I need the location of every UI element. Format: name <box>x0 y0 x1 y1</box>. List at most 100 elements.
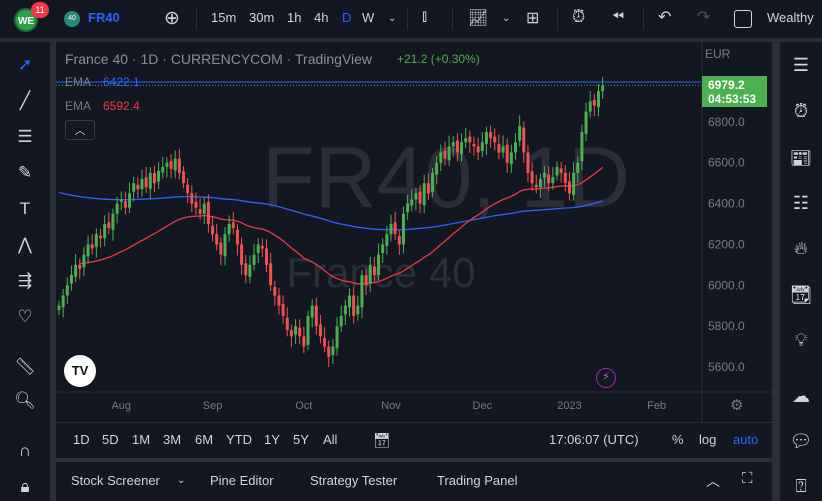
fullscreen-checkbox-icon[interactable] <box>734 10 752 28</box>
ema2-value: 6592.4 <box>103 99 140 113</box>
maximize-icon[interactable]: ⛶ <box>742 470 753 487</box>
text-icon[interactable]: T <box>14 198 36 220</box>
candle-body <box>468 136 472 143</box>
range-ytd[interactable]: YTD <box>226 432 252 447</box>
range-1m[interactable]: 1M <box>132 432 150 447</box>
layout-grid-icon[interactable]: ⊞ <box>526 8 539 28</box>
hotlist-fire-icon[interactable]: 🔥︎ <box>789 236 813 260</box>
tradingview-logo[interactable]: TV <box>64 355 96 387</box>
lock-icon[interactable]: 🔒︎ <box>14 476 36 498</box>
range-5y[interactable]: 5Y <box>293 432 309 447</box>
magnet-icon[interactable]: ∩ <box>14 440 36 462</box>
tab-trading-panel[interactable]: Trading Panel <box>437 473 517 488</box>
candle-body <box>215 234 219 245</box>
candle-body <box>132 183 136 192</box>
ema2-label[interactable]: EMA <box>65 99 91 113</box>
ideas-bulb-icon[interactable]: 💡︎ <box>789 328 813 352</box>
chevron-down-icon[interactable]: ⌄ <box>502 13 510 24</box>
candle-body <box>165 162 169 167</box>
chat-cloud-icon[interactable]: ☁ <box>789 384 813 408</box>
candle-body <box>381 244 385 254</box>
interval-d[interactable]: D <box>342 10 351 25</box>
interval-w[interactable]: W <box>362 10 374 25</box>
candle-body <box>418 191 422 204</box>
add-list-icon[interactable]: ☷ <box>789 191 813 215</box>
candle-body <box>484 132 488 144</box>
candle-body <box>443 150 447 159</box>
candle-body <box>65 285 69 296</box>
range-5d[interactable]: 5D <box>102 432 119 447</box>
candle-body <box>339 315 343 327</box>
interval-1h[interactable]: 1h <box>287 10 301 25</box>
clock-time[interactable]: 17:06:07 (UTC) <box>549 432 639 447</box>
candles-icon[interactable]: ⫾ <box>422 8 427 26</box>
redo-icon[interactable]: ↷ <box>697 7 710 27</box>
candle-body <box>285 317 289 331</box>
trend-line-icon[interactable]: ╱ <box>14 90 36 112</box>
interval-15m[interactable]: 15m <box>211 10 236 25</box>
settings-gear-icon[interactable]: ⚙ <box>730 396 743 414</box>
news-icon[interactable]: 📰︎ <box>789 146 813 170</box>
candle-body <box>128 193 132 208</box>
account-name[interactable]: Wealthy <box>767 10 814 25</box>
cursor-icon[interactable]: ➚ <box>14 54 36 76</box>
candle-body <box>206 201 210 224</box>
candle-body <box>314 305 318 327</box>
fib-icon[interactable]: ☰ <box>14 126 36 148</box>
range-3m[interactable]: 3M <box>163 432 181 447</box>
brush-icon[interactable]: ✎ <box>14 162 36 184</box>
replay-icon[interactable]: ⏪︎ <box>612 8 624 25</box>
candle-body <box>323 337 327 347</box>
range-all[interactable]: All <box>323 432 337 447</box>
interval-4h[interactable]: 4h <box>314 10 328 25</box>
log-scale-button[interactable]: log <box>699 432 716 447</box>
watchlist-icon[interactable]: ☰ <box>789 53 813 77</box>
percent-scale-button[interactable]: % <box>672 432 684 447</box>
chevron-down-icon[interactable]: ⌄ <box>388 13 396 24</box>
range-1d[interactable]: 1D <box>73 432 90 447</box>
interval-30m[interactable]: 30m <box>249 10 274 25</box>
lightning-event-icon[interactable]: ⚡︎ <box>596 368 616 388</box>
x-tick-label: 2023 <box>557 400 581 412</box>
ruler-icon[interactable]: 📏︎ <box>14 356 36 378</box>
alarm-clock-icon[interactable]: ⏰︎ <box>789 99 813 123</box>
tab-stock-screener[interactable]: Stock Screener <box>71 473 160 488</box>
collapse-legend-button[interactable]: ︿ <box>65 120 95 140</box>
chevron-down-icon[interactable]: ⌄ <box>177 475 185 486</box>
symbol-search[interactable]: FR40 <box>88 10 120 25</box>
chats-icon[interactable]: 💬︎ <box>789 429 813 453</box>
favorites-heart-icon[interactable]: ♡ <box>14 306 36 328</box>
price-chart[interactable]: FR40, 1D France 40 7000.06800.06600.0640… <box>56 42 772 422</box>
range-1y[interactable]: 1Y <box>264 432 280 447</box>
tab-strategy-tester[interactable]: Strategy Tester <box>310 473 397 488</box>
ema1-label[interactable]: EMA <box>65 75 91 89</box>
candle-body <box>144 177 148 188</box>
undo-icon[interactable]: ↶ <box>658 7 671 27</box>
candle-body <box>302 336 306 347</box>
date-range-calendar-icon[interactable]: 📅︎ <box>373 432 391 449</box>
candle-body <box>103 224 107 239</box>
candle-body <box>211 225 215 235</box>
help-icon[interactable]: ⍰ <box>789 474 813 498</box>
calendar-icon[interactable]: 📆︎ <box>789 283 813 307</box>
chevron-up-icon[interactable]: ︿ <box>706 471 720 491</box>
add-symbol-icon[interactable]: ⊕ <box>164 7 180 30</box>
tab-pine-editor[interactable]: Pine Editor <box>210 473 274 488</box>
candle-body <box>489 132 493 139</box>
indicators-icon[interactable]: 📈︎ <box>468 8 488 28</box>
price-change: +21.2 (+0.30%) <box>397 52 480 66</box>
prediction-icon[interactable]: ⇶ <box>14 270 36 292</box>
range-6m[interactable]: 6M <box>195 432 213 447</box>
auto-scale-button[interactable]: auto <box>733 432 758 447</box>
candle-body <box>518 125 522 141</box>
right-sidebar: ☰ ⏰︎ 📰︎ ☷ 🔥︎ 📆︎ 💡︎ ☁ 💬︎ ⍰ <box>780 42 822 501</box>
x-tick-label: Oct <box>295 400 312 412</box>
alert-clock-icon[interactable]: ⏰︎ <box>572 7 585 27</box>
chart-panel[interactable]: FR40, 1D France 40 7000.06800.06600.0640… <box>56 42 772 458</box>
candle-body <box>252 254 256 265</box>
y-tick-label: 6800.0 <box>708 115 745 129</box>
pattern-icon[interactable]: ⋀ <box>14 234 36 256</box>
currency-selector[interactable]: EUR <box>705 47 730 61</box>
zoom-in-icon[interactable]: 🔍︎ <box>14 390 36 412</box>
candle-body <box>227 224 231 235</box>
